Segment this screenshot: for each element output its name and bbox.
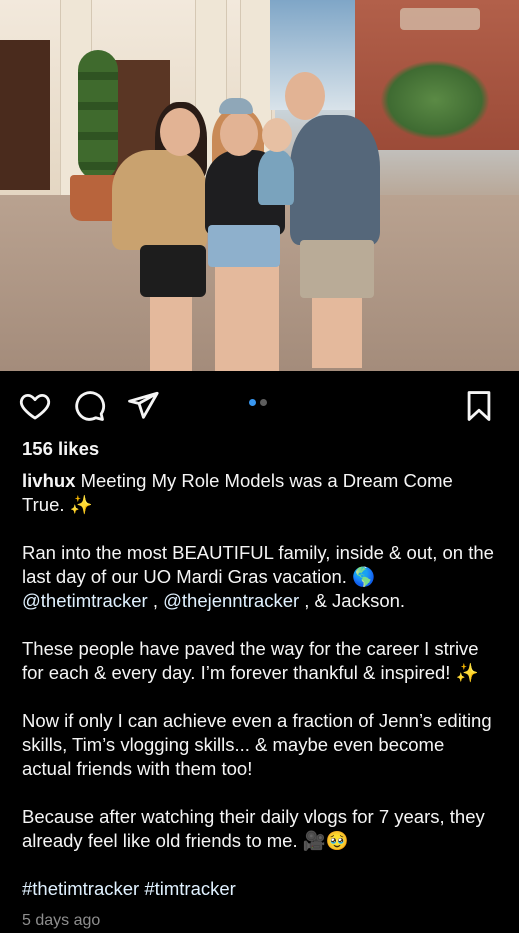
heart-icon xyxy=(19,393,51,420)
person-legs xyxy=(150,296,192,371)
caption-paragraph: Now if only I can achieve even a fractio… xyxy=(22,710,492,779)
child xyxy=(258,150,294,205)
hashtags[interactable]: #thetimtracker #timtracker xyxy=(22,877,497,901)
child-head xyxy=(262,118,292,152)
carousel-indicator xyxy=(249,399,267,406)
caption: livhux Meeting My Role Models was a Drea… xyxy=(22,469,497,853)
caption-paragraph: These people have paved the way for the … xyxy=(22,638,479,683)
caption-paragraph: Because after watching their daily vlogs… xyxy=(22,806,485,851)
caption-text: Meeting My Role Models was a Dream Come … xyxy=(22,470,453,515)
comment-icon xyxy=(75,391,106,421)
bookmark-icon xyxy=(467,391,491,421)
person-head xyxy=(160,108,200,156)
caption-paragraph: livhux Meeting My Role Models was a Drea… xyxy=(22,469,497,517)
topiary xyxy=(78,50,118,180)
save-button[interactable] xyxy=(462,389,496,423)
person-shorts xyxy=(300,240,374,298)
post-details: 156 likes livhux Meeting My Role Models … xyxy=(0,437,519,933)
person-1 xyxy=(112,150,207,250)
username[interactable]: livhux xyxy=(22,470,75,491)
caption-text: , xyxy=(147,590,164,611)
person-skirt xyxy=(140,245,206,297)
tree xyxy=(380,60,490,140)
mention-link[interactable]: @thetimtracker xyxy=(22,590,148,611)
like-button[interactable] xyxy=(18,389,52,423)
person-cap xyxy=(219,98,253,114)
likes-count[interactable]: 156 likes xyxy=(22,437,497,461)
person-legs xyxy=(312,296,362,368)
carousel-dot-active xyxy=(249,399,256,406)
post-photo[interactable] xyxy=(0,0,519,371)
mention-link[interactable]: @thejenntracker xyxy=(163,590,299,611)
person-head xyxy=(220,112,258,156)
person-3 xyxy=(290,115,380,245)
caption-text: , & Jackson. xyxy=(299,590,406,611)
person-legs xyxy=(215,265,279,371)
caption-paragraph: Ran into the most BEAUTIFUL family, insi… xyxy=(22,541,497,613)
caption-text: Ran into the most BEAUTIFUL family, insi… xyxy=(22,542,494,587)
paper-plane-icon xyxy=(128,391,159,419)
post-timestamp: 5 days ago xyxy=(22,912,101,929)
person-head xyxy=(285,72,325,120)
action-bar xyxy=(0,371,519,437)
share-button[interactable] xyxy=(126,389,160,423)
person-shorts xyxy=(208,225,280,267)
carousel-dot xyxy=(260,399,267,406)
comment-button[interactable] xyxy=(72,389,106,423)
doorway xyxy=(0,40,50,190)
building-sign xyxy=(400,8,480,30)
